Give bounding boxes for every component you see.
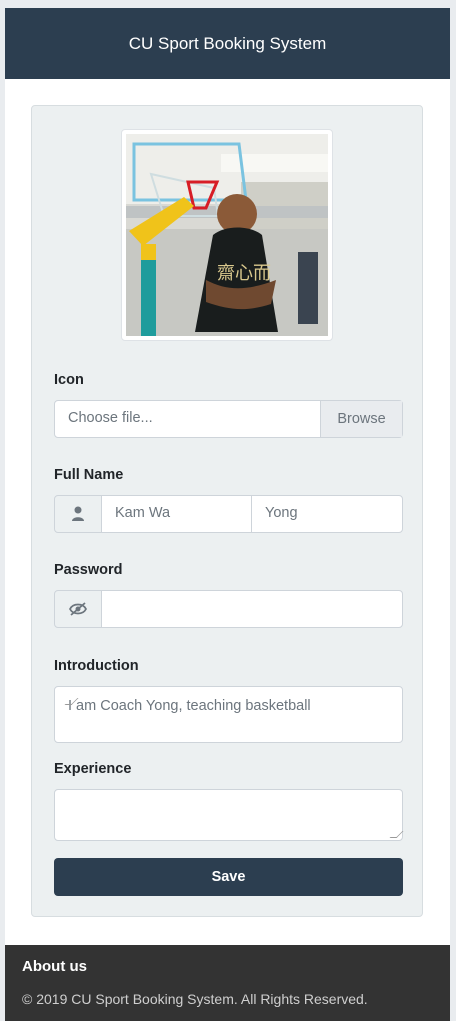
svg-text:齋心而: 齋心而 [217, 263, 271, 283]
first-name-input[interactable]: Kam Wa [101, 495, 252, 533]
about-us-link[interactable]: About us [22, 958, 87, 975]
password-input[interactable] [101, 590, 403, 628]
profile-card: 齋心而 Icon Choose file... Browse Full Name… [31, 105, 423, 917]
experience-textarea[interactable] [54, 789, 404, 841]
browse-button[interactable]: Browse [320, 401, 402, 437]
file-placeholder: Choose file... [68, 410, 153, 426]
navbar: CU Sport Booking System [5, 8, 450, 79]
last-name-input[interactable]: Yong [251, 495, 403, 533]
user-icon [54, 495, 102, 533]
icon-file-input[interactable]: Choose file... Browse [54, 400, 403, 438]
password-label: Password [54, 562, 123, 578]
coach-photo: 齋心而 [126, 134, 328, 336]
password-group [54, 590, 403, 628]
resize-handle[interactable] [389, 831, 404, 838]
profile-photo: 齋心而 [121, 129, 333, 341]
introduction-value: I am Coach Yong, teaching basketball [68, 698, 311, 714]
page: CU Sport Booking System 齋心而 Icon Choose … [5, 8, 450, 1021]
copyright-text: © 2019 CU Sport Booking System. All Righ… [22, 991, 368, 1007]
full-name-label: Full Name [54, 467, 124, 483]
eye-slash-icon[interactable] [54, 590, 102, 628]
save-button[interactable]: Save [54, 858, 403, 896]
app-title: CU Sport Booking System [128, 33, 327, 53]
icon-label: Icon [54, 372, 84, 388]
footer: About us © 2019 CU Sport Booking System.… [5, 945, 450, 1021]
introduction-label: Introduction [54, 658, 139, 674]
full-name-group: Kam Wa Yong [54, 495, 403, 533]
experience-label: Experience [54, 761, 132, 777]
introduction-textarea[interactable]: I am Coach Yong, teaching basketball [54, 686, 403, 743]
